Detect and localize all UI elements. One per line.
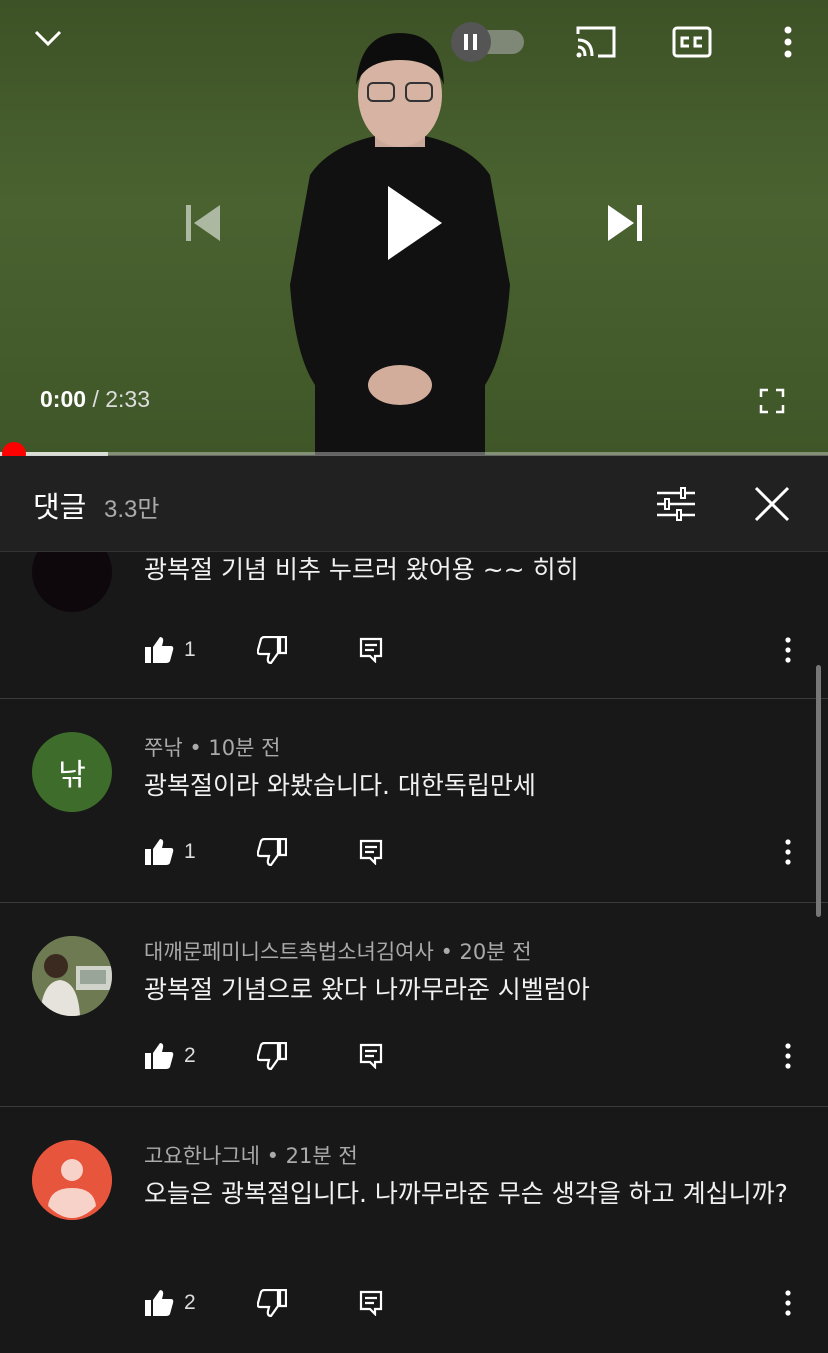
- comment-text: 오늘은 광복절입니다. 나까무라준 무슨 생각을 하고 계십니까?: [144, 1179, 788, 1208]
- comment-actions: 2: [144, 1036, 814, 1076]
- like-button[interactable]: 2: [144, 1036, 196, 1076]
- more-vert-icon: [785, 839, 791, 865]
- dislike-button[interactable]: [257, 1036, 287, 1076]
- avatar-photo-icon: [32, 936, 112, 1016]
- comment-actions: 1: [144, 832, 814, 872]
- comment-author[interactable]: 쭈낚: [144, 736, 183, 760]
- dislike-button[interactable]: [257, 1283, 287, 1323]
- reply-icon: [359, 637, 383, 663]
- comments-count: 3.3만: [104, 496, 160, 523]
- more-vert-icon: [785, 1290, 791, 1316]
- avatar[interactable]: [32, 552, 112, 612]
- comment-item: 대깨문페미니스트촉법소녀김여사 • 20분 전 광복절 기념으로 왔다 나까무라…: [0, 903, 828, 1107]
- comment-time: • 10분 전: [189, 736, 281, 760]
- cast-button[interactable]: [572, 22, 620, 62]
- comment-time: • 20분 전: [440, 940, 532, 964]
- like-count: 2: [184, 1291, 196, 1314]
- cast-icon: [576, 26, 616, 58]
- captions-button[interactable]: [670, 22, 714, 62]
- thumbs-up-icon: [145, 1043, 174, 1069]
- skip-previous-icon: [186, 205, 220, 241]
- comment-actions: 1: [144, 630, 814, 670]
- reply-icon: [359, 839, 383, 865]
- sort-comments-button[interactable]: [652, 480, 700, 528]
- autoplay-pause-icon: [451, 22, 524, 62]
- playback-time: 0:00 / 2:33: [40, 386, 150, 413]
- default-avatar-icon: [32, 1140, 112, 1220]
- like-count: 1: [184, 638, 196, 661]
- thumbs-down-icon: [257, 838, 287, 866]
- avatar[interactable]: [32, 1140, 112, 1220]
- thumbs-down-icon: [257, 636, 287, 664]
- reply-button[interactable]: [359, 630, 383, 670]
- comments-title: 댓글: [33, 490, 87, 524]
- fullscreen-icon: [759, 388, 785, 414]
- minimize-button[interactable]: [28, 20, 68, 56]
- comment-menu-button[interactable]: [784, 1283, 792, 1323]
- comment-menu-button[interactable]: [784, 1036, 792, 1076]
- reply-icon: [359, 1043, 383, 1069]
- thumbs-up-icon: [145, 637, 174, 663]
- play-icon: [388, 186, 442, 260]
- closed-captions-icon: [672, 26, 712, 58]
- duration: / 2:33: [92, 386, 150, 412]
- comment-item: 고요한나그네 • 21분 전 오늘은 광복절입니다. 나까무라준 무슨 생각을 …: [0, 1107, 828, 1353]
- reply-button[interactable]: [359, 832, 383, 872]
- reply-icon: [359, 1290, 383, 1316]
- thumbs-up-icon: [145, 839, 174, 865]
- like-button[interactable]: 2: [144, 1283, 196, 1323]
- comments-scrollbar[interactable]: [816, 665, 821, 917]
- fullscreen-button[interactable]: [754, 384, 790, 418]
- thumbs-down-icon: [257, 1042, 287, 1070]
- autoplay-toggle[interactable]: [450, 22, 526, 62]
- thumbs-up-icon: [145, 1290, 174, 1316]
- comment-text: 광복절이라 와봤습니다. 대한독립만세: [144, 771, 536, 800]
- more-options-button[interactable]: [772, 22, 804, 62]
- like-button[interactable]: 1: [144, 630, 196, 670]
- like-count: 2: [184, 1044, 196, 1067]
- chevron-down-icon: [34, 30, 62, 47]
- close-comments-button[interactable]: [748, 480, 796, 528]
- close-icon: [754, 486, 790, 522]
- comment-item: 광복절 기념 비추 누르러 왔어용 ~~ 히히 1: [0, 552, 828, 699]
- skip-next-icon: [608, 205, 642, 241]
- dislike-button[interactable]: [257, 832, 287, 872]
- video-player[interactable]: 0:00 / 2:33: [0, 0, 828, 455]
- thumbs-down-icon: [257, 1289, 287, 1317]
- tune-icon: [657, 487, 695, 521]
- avatar-letter: 낚: [58, 758, 86, 793]
- more-vert-icon: [785, 637, 791, 663]
- comment-meta: 쭈낚 • 10분 전: [144, 732, 280, 762]
- play-button[interactable]: [374, 178, 454, 268]
- more-vert-icon: [785, 1043, 791, 1069]
- like-count: 1: [184, 840, 196, 863]
- avatar[interactable]: [32, 936, 112, 1016]
- comment-item: 낚 쭈낚 • 10분 전 광복절이라 와봤습니다. 대한독립만세 1: [0, 699, 828, 903]
- comment-author[interactable]: 고요한나그네: [144, 1144, 260, 1168]
- more-vert-icon: [784, 26, 792, 58]
- avatar[interactable]: 낚: [32, 732, 112, 812]
- comment-menu-button[interactable]: [784, 630, 792, 670]
- dislike-button[interactable]: [257, 630, 287, 670]
- comment-menu-button[interactable]: [784, 832, 792, 872]
- next-button[interactable]: [602, 198, 650, 248]
- comment-actions: 2: [144, 1283, 814, 1323]
- reply-button[interactable]: [359, 1036, 383, 1076]
- reply-button[interactable]: [359, 1283, 383, 1323]
- comment-author[interactable]: 대깨문페미니스트촉법소녀김여사: [144, 940, 434, 964]
- comment-text: 광복절 기념 비추 누르러 왔어용 ~~ 히히: [144, 555, 579, 584]
- comment-text: 광복절 기념으로 왔다 나까무라준 시벨럼아: [144, 975, 590, 1004]
- current-time: 0:00: [40, 386, 87, 412]
- comment-time: • 21분 전: [266, 1144, 358, 1168]
- previous-button[interactable]: [178, 198, 226, 248]
- comment-meta: 대깨문페미니스트촉법소녀김여사 • 20분 전: [144, 936, 532, 966]
- comments-header: 댓글 3.3만: [0, 456, 828, 552]
- comment-meta: 고요한나그네 • 21분 전: [144, 1140, 358, 1170]
- like-button[interactable]: 1: [144, 832, 196, 872]
- comments-list[interactable]: 광복절 기념 비추 누르러 왔어용 ~~ 히히 1 낚 쭈낚 • 10분 전 광…: [0, 552, 828, 1353]
